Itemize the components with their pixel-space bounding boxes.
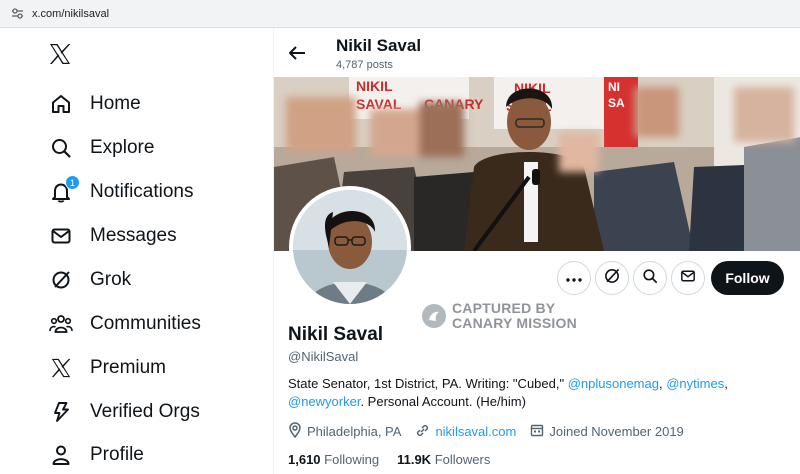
location-text: Philadelphia, PA bbox=[307, 424, 402, 439]
link-icon bbox=[415, 423, 435, 441]
grok-icon bbox=[603, 267, 621, 290]
follow-button[interactable]: Follow bbox=[711, 261, 784, 295]
profile-header-bar: Nikil Saval 4,787 posts bbox=[274, 28, 800, 77]
sidebar-item-label: Home bbox=[90, 93, 141, 114]
watermark-line-2: CANARY MISSION bbox=[452, 315, 577, 331]
sidebar-item-label: Messages bbox=[90, 225, 177, 246]
ellipsis-icon bbox=[566, 269, 582, 287]
profile-name: Nikil Saval bbox=[288, 324, 384, 345]
notification-badge: 1 bbox=[65, 175, 80, 190]
envelope-icon bbox=[48, 223, 74, 249]
sidebar-item-home[interactable]: Home bbox=[48, 86, 141, 122]
sidebar-item-explore[interactable]: Explore bbox=[48, 130, 154, 166]
sidebar-item-label: Notifications bbox=[90, 181, 194, 202]
browser-address-bar[interactable]: x.com/nikilsaval bbox=[0, 0, 800, 28]
bio-text-end: . Personal Account. (He/him) bbox=[360, 394, 526, 409]
bio-text: State Senator, 1st District, PA. Writing… bbox=[288, 376, 568, 391]
follow-stats: 1,610 Following 11.9K Followers bbox=[288, 452, 508, 467]
joined-item: Joined November 2019 bbox=[530, 423, 684, 440]
sidebar-item-label: Profile bbox=[90, 444, 144, 465]
sidebar-item-messages[interactable]: Messages bbox=[48, 218, 177, 254]
message-button[interactable] bbox=[671, 261, 705, 295]
sidebar-item-premium[interactable]: Premium bbox=[48, 350, 166, 386]
more-options-button[interactable] bbox=[557, 261, 591, 295]
sidebar-item-communities[interactable]: Communities bbox=[48, 306, 201, 342]
search-profile-button[interactable] bbox=[633, 261, 667, 295]
grok-icon bbox=[48, 267, 74, 293]
sidebar-item-profile[interactable]: Profile bbox=[48, 437, 144, 473]
x-logo-icon bbox=[48, 355, 74, 381]
header-name: Nikil Saval bbox=[336, 36, 422, 55]
calendar-icon bbox=[530, 423, 549, 440]
people-icon bbox=[48, 311, 74, 337]
bell-icon: 1 bbox=[48, 175, 80, 205]
profile-meta: Philadelphia, PA nikilsaval.com Joined N… bbox=[288, 422, 698, 441]
banner-sign-text: NIKIL bbox=[356, 78, 393, 94]
envelope-icon bbox=[680, 268, 696, 289]
location-item: Philadelphia, PA bbox=[288, 422, 401, 441]
canary-seal-icon bbox=[422, 304, 446, 328]
following-count: 1,610 bbox=[288, 452, 321, 467]
grok-button[interactable] bbox=[595, 261, 629, 295]
lightning-icon bbox=[48, 399, 74, 425]
site-settings-icon[interactable] bbox=[10, 7, 24, 21]
post-count: 4,787 posts bbox=[336, 59, 393, 71]
bio-mention-nplusonemag[interactable]: @nplusonemag bbox=[568, 376, 659, 391]
following-link[interactable]: 1,610 Following bbox=[288, 452, 379, 467]
person-icon bbox=[48, 442, 74, 468]
url-text[interactable]: x.com/nikilsaval bbox=[32, 8, 109, 20]
profile-column: Nikil Saval 4,787 posts NIKIL SAVAL CANA… bbox=[273, 28, 800, 474]
following-label: Following bbox=[324, 452, 380, 467]
bio-mention-nytimes[interactable]: @nytimes bbox=[666, 376, 724, 391]
search-icon bbox=[642, 268, 658, 289]
svg-text:SA: SA bbox=[608, 96, 625, 110]
sidebar-item-notifications[interactable]: 1 Notifications bbox=[48, 174, 194, 210]
profile-handle: @NikilSaval bbox=[288, 349, 359, 364]
search-icon bbox=[48, 135, 74, 161]
svg-text:NI: NI bbox=[608, 80, 620, 94]
sidebar-item-label: Explore bbox=[90, 137, 155, 158]
followers-link[interactable]: 11.9K Followers bbox=[397, 452, 490, 467]
followers-label: Followers bbox=[434, 452, 491, 467]
joined-text: Joined November 2019 bbox=[549, 424, 684, 439]
watermark-line-1: CAPTURED BY bbox=[452, 300, 556, 316]
home-icon bbox=[48, 91, 74, 117]
back-arrow-icon[interactable] bbox=[286, 42, 308, 64]
website-item: nikilsaval.com bbox=[415, 423, 516, 441]
sidebar-item-grok[interactable]: Grok bbox=[48, 262, 131, 298]
profile-bio: State Senator, 1st District, PA. Writing… bbox=[288, 375, 788, 411]
sidebar-item-label: Verified Orgs bbox=[90, 401, 200, 422]
x-logo-icon[interactable] bbox=[48, 42, 74, 68]
profile-avatar[interactable] bbox=[289, 186, 411, 308]
bio-separator: , bbox=[724, 376, 728, 391]
sidebar-item-label: Grok bbox=[90, 269, 132, 290]
followers-count: 11.9K bbox=[397, 452, 432, 467]
bio-mention-newyorker[interactable]: @newyorker bbox=[288, 394, 360, 409]
watermark: CAPTURED BY CANARY MISSION bbox=[422, 301, 577, 331]
sidebar-item-label: Communities bbox=[90, 313, 201, 334]
sidebar-item-label: Premium bbox=[90, 357, 167, 378]
website-link[interactable]: nikilsaval.com bbox=[435, 424, 516, 439]
sidebar: Home Explore 1 Notifications Messages Gr… bbox=[0, 28, 272, 474]
sidebar-item-verified-orgs[interactable]: Verified Orgs bbox=[48, 394, 200, 430]
location-pin-icon bbox=[288, 422, 307, 441]
